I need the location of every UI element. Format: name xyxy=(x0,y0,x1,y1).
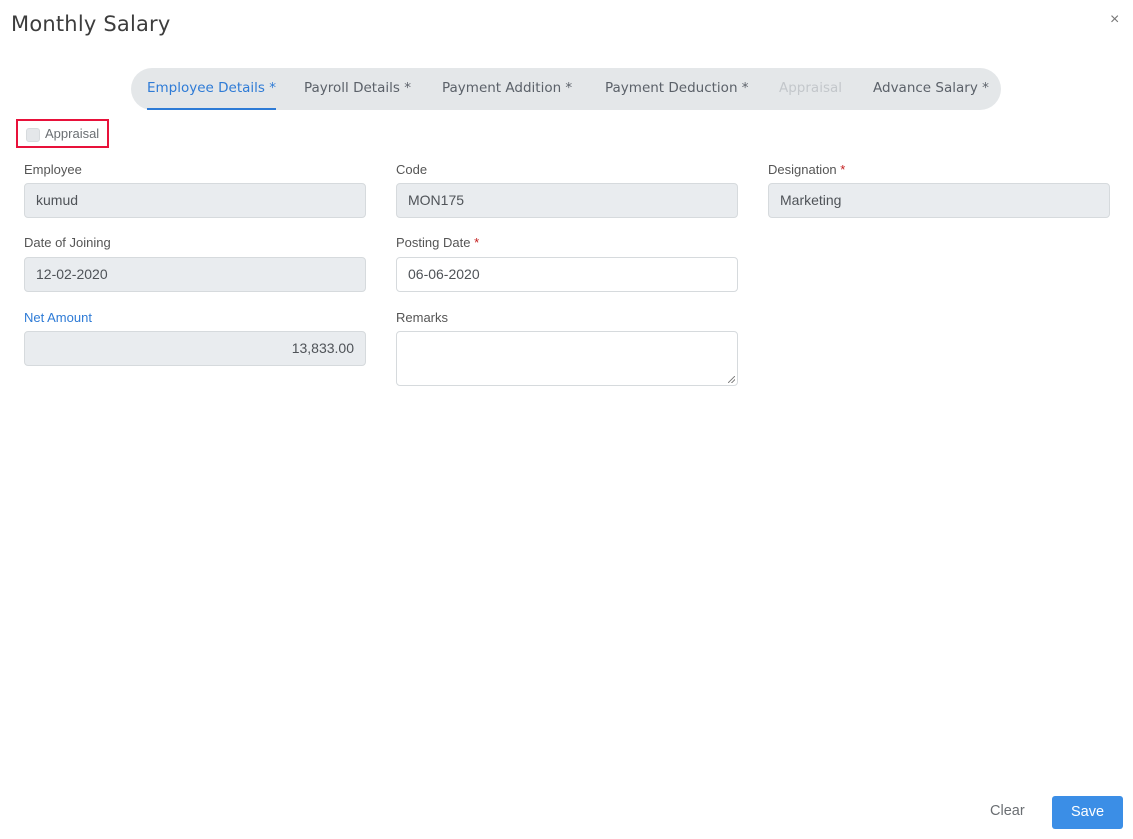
dialog-title: Monthly Salary xyxy=(11,12,171,36)
code-field: MON175 xyxy=(396,183,738,218)
employee-field: kumud xyxy=(24,183,366,218)
required-marker: * xyxy=(840,162,846,177)
tab-appraisal: Appraisal xyxy=(779,80,843,96)
tab-payroll-details[interactable]: Payroll Details * xyxy=(304,68,411,110)
resize-handle-icon[interactable] xyxy=(728,376,735,383)
clear-button[interactable]: Clear xyxy=(990,803,1025,819)
tab-bar: Employee Details * Payroll Details * Pay… xyxy=(131,68,1001,110)
designation-field: Marketing xyxy=(768,183,1110,218)
designation-label: Designation * xyxy=(768,162,845,177)
posting-date-label-text: Posting Date xyxy=(396,235,471,250)
posting-date-label: Posting Date * xyxy=(396,235,479,250)
remarks-textarea[interactable] xyxy=(396,331,738,386)
designation-label-text: Designation xyxy=(768,162,837,177)
net-amount-field: 13,833.00 xyxy=(24,331,366,366)
close-icon[interactable]: × xyxy=(1110,12,1119,28)
employee-label: Employee xyxy=(24,162,82,177)
tab-advance-salary[interactable]: Advance Salary * xyxy=(873,68,989,110)
appraisal-checkbox-label: Appraisal xyxy=(45,126,100,141)
posting-date-input[interactable]: 06-06-2020 xyxy=(396,257,738,292)
tab-payment-addition[interactable]: Payment Addition * xyxy=(442,68,572,110)
save-button[interactable]: Save xyxy=(1052,796,1123,829)
date-of-joining-label: Date of Joining xyxy=(24,235,111,250)
remarks-label: Remarks xyxy=(396,310,449,325)
tab-payment-deduction[interactable]: Payment Deduction * xyxy=(605,68,749,110)
appraisal-checkbox[interactable] xyxy=(26,128,40,142)
tab-employee-details[interactable]: Employee Details * xyxy=(147,68,276,110)
required-marker: * xyxy=(474,235,480,250)
net-amount-label: Net Amount xyxy=(24,310,92,325)
appraisal-checkbox-group[interactable]: Appraisal xyxy=(16,119,109,148)
date-of-joining-field: 12-02-2020 xyxy=(24,257,366,292)
code-label: Code xyxy=(396,162,428,177)
